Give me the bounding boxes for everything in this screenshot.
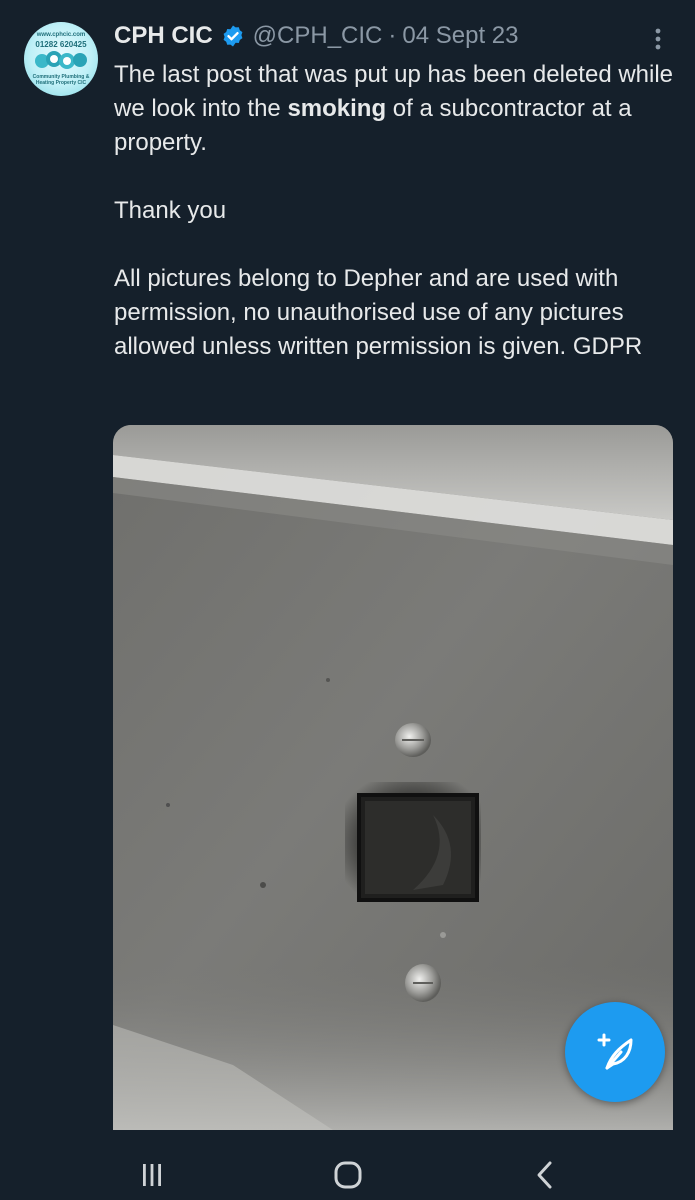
back-button[interactable] xyxy=(525,1158,565,1192)
compose-post-button[interactable] xyxy=(565,1002,665,1102)
tweet[interactable]: www.cphcic.com 01282 620425 Community Pl… xyxy=(0,0,695,1150)
tweet-text: The last post that was put up has been d… xyxy=(114,58,674,364)
avatar-phone: 01282 620425 xyxy=(35,40,87,49)
tweet-paragraph-3: All pictures belong to Depher and are us… xyxy=(114,265,643,360)
post-date[interactable]: 04 Sept 23 xyxy=(402,22,518,50)
author-name[interactable]: CPH CIC xyxy=(114,22,213,50)
avatar-website: www.cphcic.com xyxy=(36,32,86,38)
more-options-icon[interactable] xyxy=(648,24,668,54)
recent-apps-button[interactable] xyxy=(132,1158,172,1192)
author-handle[interactable]: @CPH_CIC xyxy=(253,22,383,50)
avatar-logo-icon xyxy=(35,51,87,69)
tweet-header: CPH CIC @CPH_CIC · 04 Sept 23 xyxy=(114,20,519,52)
text-bold-segment: smoking xyxy=(287,95,387,122)
compose-post-icon xyxy=(597,1033,633,1070)
home-button[interactable] xyxy=(328,1158,368,1192)
avatar[interactable]: www.cphcic.com 01282 620425 Community Pl… xyxy=(24,22,98,96)
header-separator: · xyxy=(388,22,397,49)
home-icon xyxy=(334,1161,362,1189)
tweet-paragraph-1: The last post that was put up has been d… xyxy=(114,58,674,160)
back-icon xyxy=(537,1161,552,1189)
tweet-paragraph-2: Thank you xyxy=(114,197,227,224)
recent-apps-icon xyxy=(143,1164,161,1186)
avatar-tagline: Community Plumbing & Heating Property CI… xyxy=(32,74,90,86)
system-navigation-bar xyxy=(0,1150,695,1200)
verified-badge-icon xyxy=(223,25,243,47)
